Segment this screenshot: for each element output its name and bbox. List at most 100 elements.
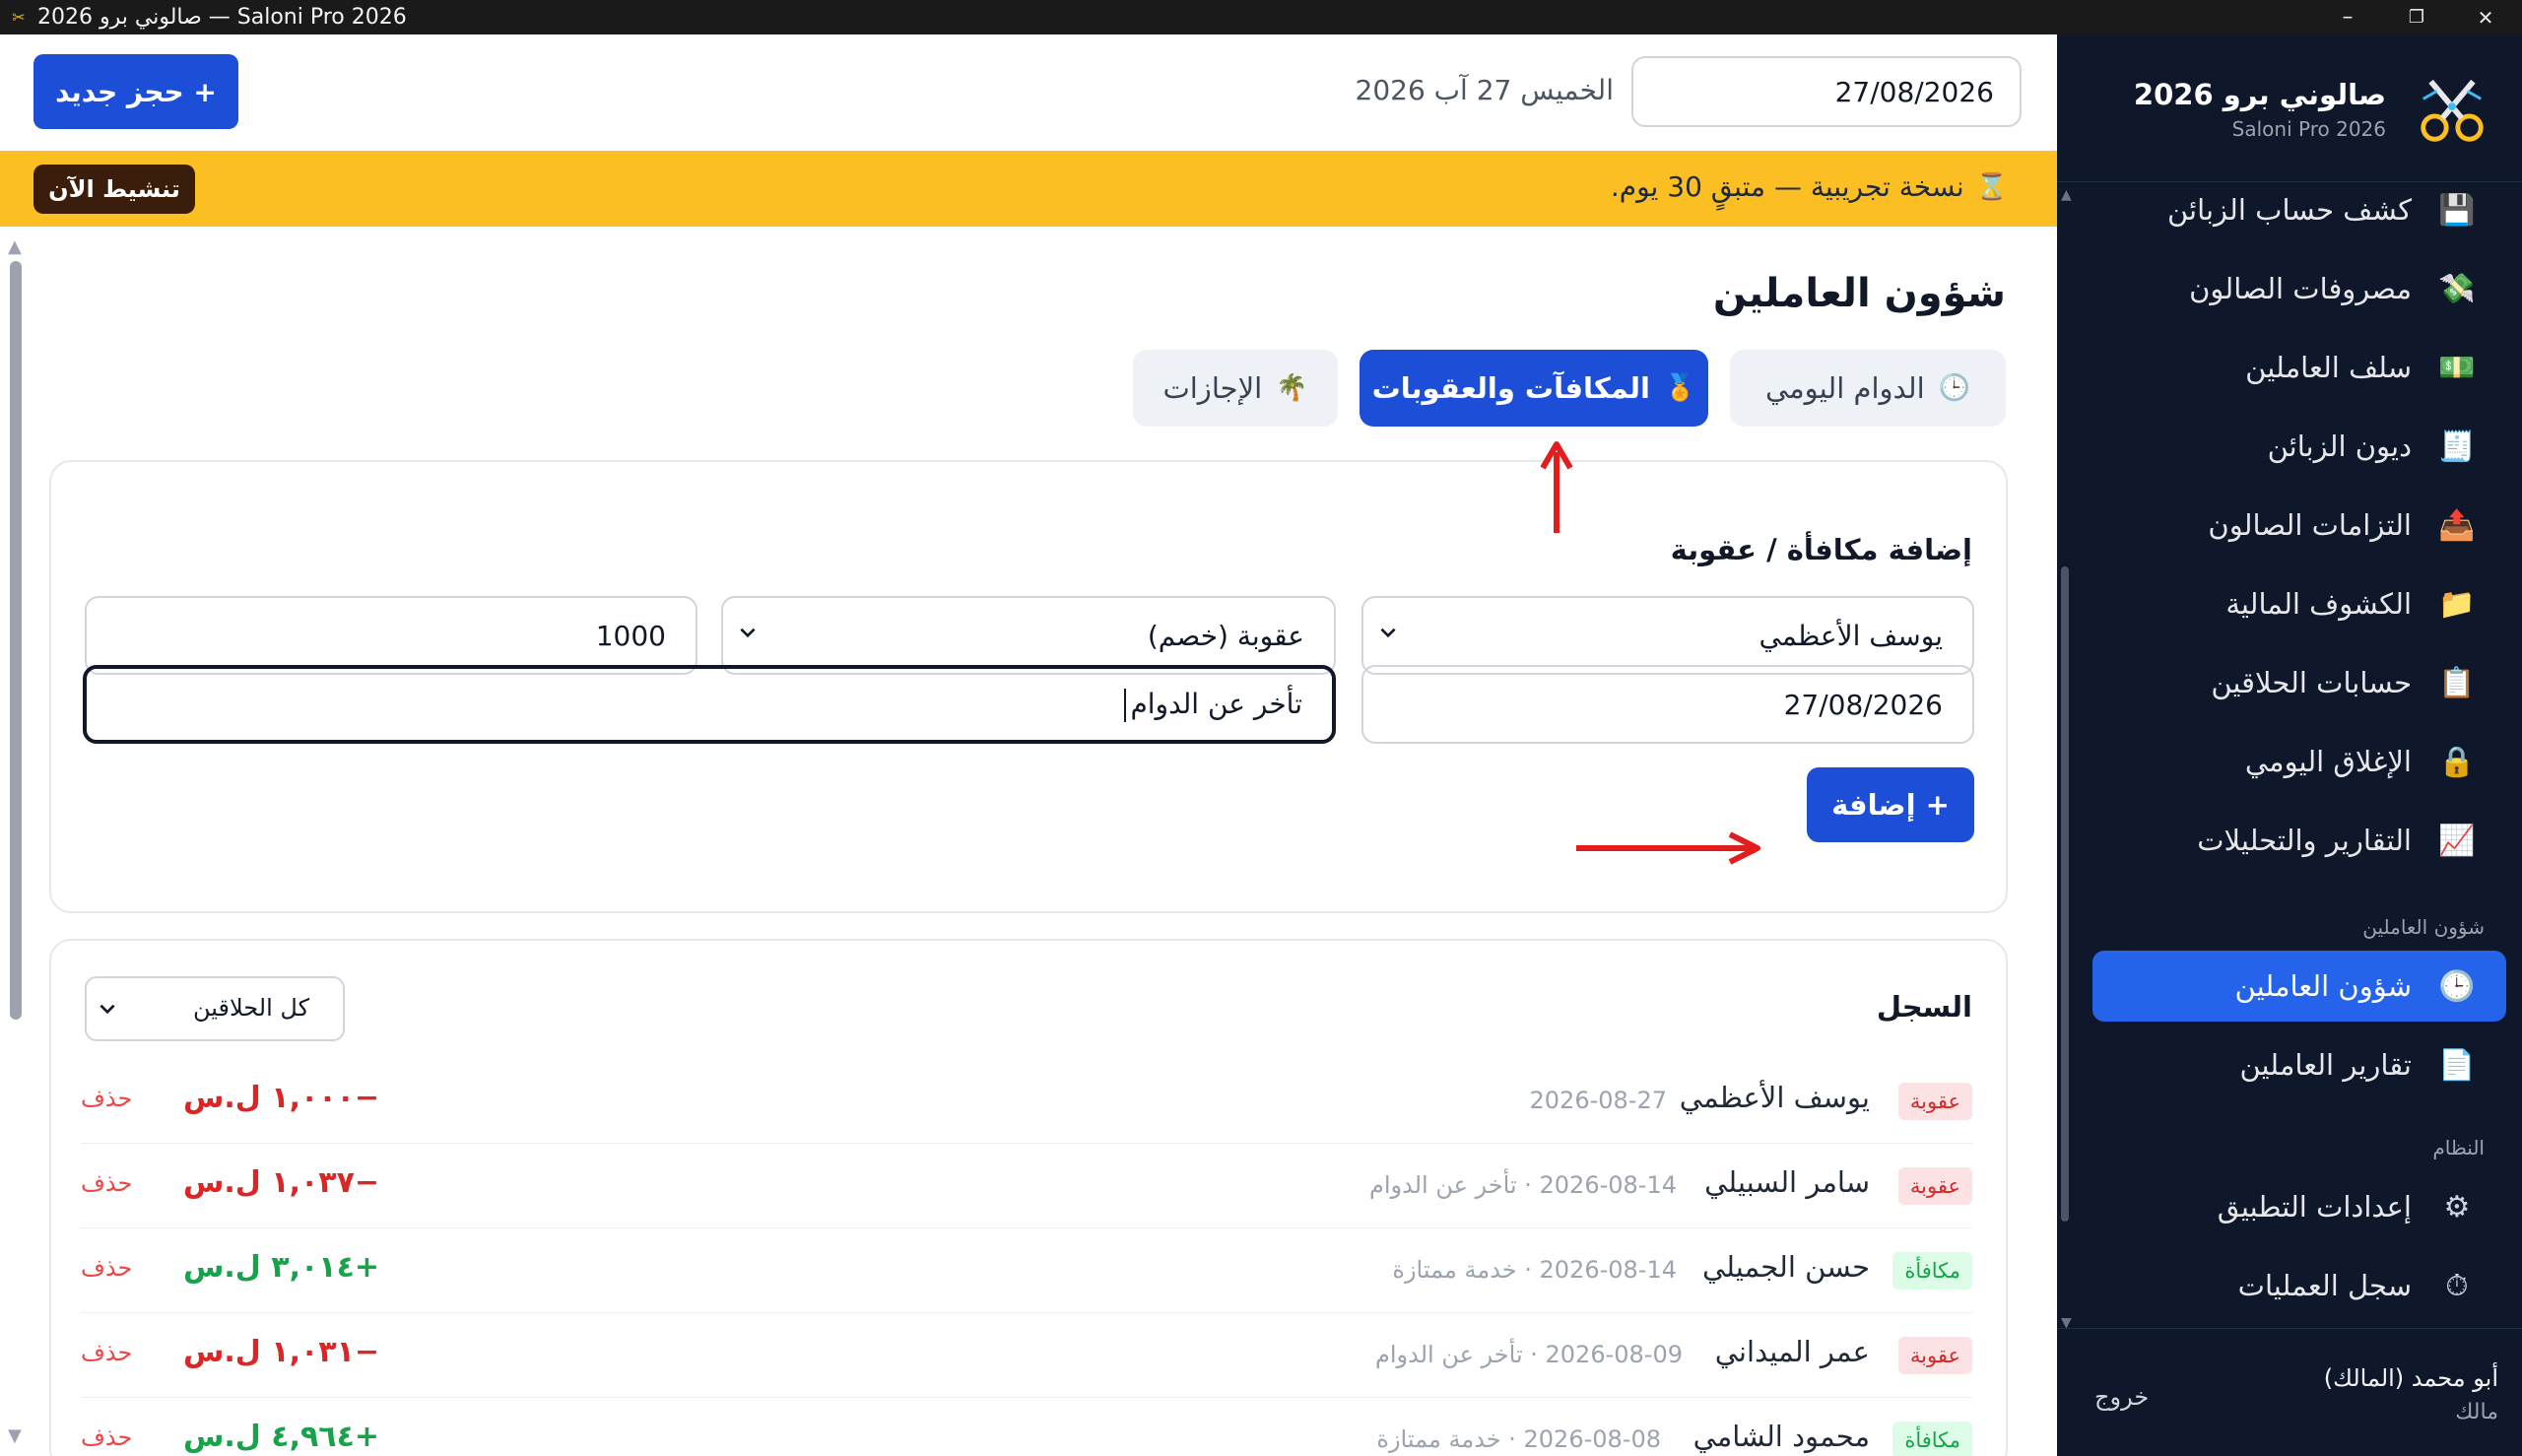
global-date-input[interactable]: 27/08/2026	[1631, 56, 2022, 127]
sidebar-item-reports[interactable]: 📈 التقارير والتحليلات	[2092, 805, 2506, 876]
brand-subtitle: Saloni Pro 2026	[2231, 117, 2386, 141]
sidebar-item-label: ديون الزبائن	[2267, 430, 2412, 463]
row-amount: −١,٠٣٧ ل.س	[183, 1165, 380, 1200]
sidebar-item-label: سلف العاملين	[2245, 351, 2412, 384]
logout-button[interactable]: خروج	[2094, 1383, 2149, 1411]
annotation-arrow-right	[1576, 831, 1760, 865]
sidebar-item-label: سجل العمليات	[2237, 1269, 2412, 1302]
log-row: مكافأة محمود الشامي 2026-08-08 · خدمة مم…	[81, 1398, 1972, 1456]
type-badge: عقوبة	[1897, 1337, 1972, 1374]
delete-link[interactable]: حذف	[81, 1169, 132, 1197]
barber-filter-select[interactable]: كل الحلاقين	[85, 976, 345, 1041]
hourglass-icon: ⌛	[1975, 171, 2008, 202]
note-input[interactable]: تأخر عن الدوام	[83, 665, 1336, 744]
row-meta: 2026-08-08 · خدمة ممتازة	[1376, 1425, 1661, 1453]
type-badge: عقوبة	[1897, 1167, 1972, 1205]
user-name: أبو محمد (المالك)	[2323, 1364, 2498, 1392]
type-select-value: عقوبة (خصم)	[1147, 619, 1304, 652]
row-amount: +٤,٩٦٤ ل.س	[183, 1420, 380, 1454]
outbox-tray-icon: 📤	[2438, 507, 2476, 543]
chevron-down-icon	[1380, 628, 1396, 638]
maximize-button[interactable]: ❐	[2382, 0, 2451, 34]
clipboard-icon: 📋	[2438, 665, 2476, 700]
row-employee-name: عمر الميداني	[1714, 1335, 1870, 1368]
window-titlebar: ✂ صالوني برو 2026 — Saloni Pro 2026 – ❐ …	[0, 0, 2522, 34]
main-scrollbar[interactable]	[10, 261, 22, 1020]
log-row: عقوبة يوسف الأعظمي 2026-08-27 −١,٠٠٠ ل.س…	[81, 1059, 1972, 1144]
sidebar-item-label: إعدادات التطبيق	[2217, 1190, 2412, 1224]
sidebar-item-daily-closing[interactable]: 🔒 الإغلاق اليومي	[2092, 726, 2506, 797]
main-content: 27/08/2026 الخميس 27 آب 2026 + حجز جديد …	[0, 34, 2057, 1456]
row-meta: 2026-08-14 · خدمة ممتازة	[1392, 1256, 1677, 1284]
row-meta: 2026-08-14 · تأخر عن الدوام	[1369, 1171, 1677, 1199]
tab-vacations[interactable]: 🌴 الإجازات	[1133, 350, 1338, 427]
sidebar-scrollbar[interactable]	[2061, 566, 2069, 1222]
new-booking-button[interactable]: + حجز جديد	[33, 54, 238, 129]
money-flying-icon: 💸	[2438, 271, 2476, 306]
delete-link[interactable]: حذف	[81, 1085, 132, 1112]
sidebar-item-label: حسابات الحلاقين	[2211, 666, 2412, 699]
medal-icon: 🏅	[1663, 373, 1696, 403]
row-amount: +٣,٠١٤ ل.س	[183, 1250, 380, 1285]
chart-increasing-icon: 📈	[2438, 823, 2476, 858]
add-entry-button[interactable]: + إضافة	[1807, 767, 1974, 842]
log-row: مكافأة حسن الجميلي 2026-08-14 · خدمة ممت…	[81, 1228, 1972, 1313]
page-icon: 📄	[2438, 1047, 2476, 1083]
sidebar-item-app-settings[interactable]: ⚙ إعدادات التطبيق	[2092, 1171, 2506, 1242]
tab-daily-attendance[interactable]: 🕒 الدوام اليومي	[1730, 350, 2006, 427]
row-meta: 2026-08-09 · تأخر عن الدوام	[1375, 1341, 1683, 1368]
sidebar-item-staff-advances[interactable]: 💵 سلف العاملين	[2092, 332, 2506, 403]
scroll-up-icon[interactable]: ▲	[8, 236, 22, 257]
row-employee-name: يوسف الأعظمي	[1679, 1081, 1870, 1114]
trial-banner: ⌛ نسخة تجريبية — متبقٍ 30 يوم. تنشيط الآ…	[0, 151, 2057, 227]
trial-text: نسخة تجريبية — متبقٍ 30 يوم.	[1610, 170, 1964, 203]
palm-tree-icon: 🌴	[1276, 373, 1308, 403]
note-input-value: تأخر عن الدوام	[1124, 688, 1302, 722]
sidebar-item-staff-reports[interactable]: 📄 تقارير العاملين	[2092, 1029, 2506, 1100]
employee-select[interactable]: يوسف الأعظمي	[1361, 596, 1974, 675]
gear-icon: ⚙	[2443, 1189, 2471, 1224]
sidebar-item-salon-obligations[interactable]: 📤 التزامات الصالون	[2092, 490, 2506, 561]
topbar: 27/08/2026 الخميس 27 آب 2026 + حجز جديد	[0, 34, 2057, 151]
sidebar-item-label: الإغلاق اليومي	[2244, 745, 2412, 778]
sidebar-item-customer-statement[interactable]: 💾 كشف حساب الزبائن	[2092, 174, 2506, 245]
barber-filter-value: كل الحلاقين	[192, 994, 309, 1022]
annotation-arrow-up	[1540, 441, 1573, 533]
user-box: أبو محمد (المالك) مالك خروج	[2057, 1328, 2522, 1456]
row-employee-name: سامر السبيلي	[1704, 1165, 1870, 1199]
log-row: عقوبة عمر الميداني 2026-08-09 · تأخر عن …	[81, 1313, 1972, 1398]
entry-date-input[interactable]: 27/08/2026	[1361, 665, 1974, 744]
scroll-down-icon[interactable]: ▼	[8, 1425, 22, 1446]
amount-input[interactable]: 1000	[85, 596, 697, 675]
type-badge: عقوبة	[1897, 1083, 1972, 1120]
sidebar-item-salon-expenses[interactable]: 💸 مصروفات الصالون	[2092, 253, 2506, 324]
floppy-disk-icon: 💾	[2438, 192, 2476, 228]
sidebar-item-financial-statements[interactable]: 📁 الكشوف المالية	[2092, 568, 2506, 639]
delete-link[interactable]: حذف	[81, 1254, 132, 1282]
current-date-label: الخميس 27 آب 2026	[1355, 74, 1614, 106]
minimize-button[interactable]: –	[2313, 0, 2382, 34]
employee-select-value: يوسف الأعظمي	[1759, 619, 1943, 652]
sidebar-item-staff-affairs[interactable]: 🕒 شؤون العاملين	[2092, 951, 2506, 1022]
tab-rewards-penalties[interactable]: 🏅 المكافآت والعقوبات	[1360, 350, 1708, 427]
log-card: السجل كل الحلاقين عقوبة يوسف الأعظمي 202…	[49, 939, 2008, 1456]
type-badge: مكافأة	[1892, 1422, 1972, 1456]
sidebar-item-customer-debts[interactable]: 🧾 ديون الزبائن	[2092, 411, 2506, 482]
sidebar: صالوني برو 2026 Saloni Pro 2026 ▲ ▼ 💾 كش…	[2057, 34, 2522, 1456]
log-row: عقوبة سامر السبيلي 2026-08-14 · تأخر عن …	[81, 1144, 1972, 1228]
log-title: السجل	[1876, 990, 1972, 1024]
sidebar-item-barber-accounts[interactable]: 📋 حسابات الحلاقين	[2092, 647, 2506, 718]
global-date-value: 27/08/2026	[1834, 75, 1994, 108]
scissors-logo-icon	[2421, 79, 2484, 142]
sidebar-scroll-up-icon[interactable]: ▲	[2061, 187, 2072, 203]
note-text: تأخر عن الدوام	[1130, 687, 1302, 720]
sidebar-item-label: شؤون العاملين	[2234, 969, 2412, 1003]
delete-link[interactable]: حذف	[81, 1339, 132, 1366]
activate-now-button[interactable]: تنشيط الآن	[33, 165, 195, 214]
close-button[interactable]: ✕	[2451, 0, 2520, 34]
sidebar-item-activity-log[interactable]: ⏱ سجل العمليات	[2092, 1250, 2506, 1321]
brand: صالوني برو 2026 Saloni Pro 2026	[2057, 34, 2522, 182]
type-select[interactable]: عقوبة (خصم)	[721, 596, 1336, 675]
delete-link[interactable]: حذف	[81, 1423, 132, 1451]
tab-label: المكافآت والعقوبات	[1371, 371, 1650, 405]
